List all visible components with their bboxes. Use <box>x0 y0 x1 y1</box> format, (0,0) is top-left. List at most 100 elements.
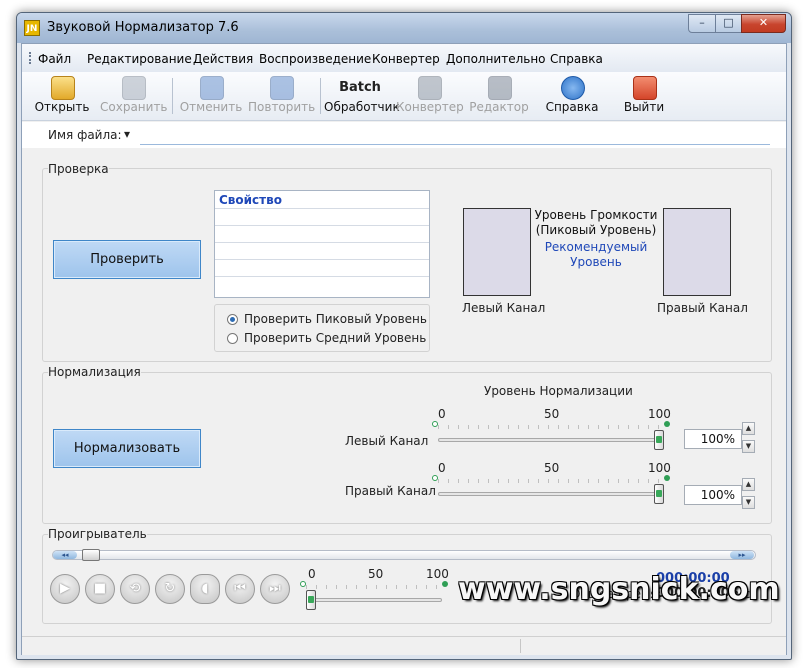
left-scale-100: 100 <box>648 407 671 421</box>
menu-extra[interactable]: Дополнительно <box>446 52 546 66</box>
right-spin-down[interactable]: ▼ <box>742 496 755 509</box>
editor-label: Редактор <box>469 100 529 114</box>
table-row <box>215 259 429 277</box>
watermark-text: www.sngsnick.com <box>458 572 780 607</box>
open-button[interactable]: Открыть <box>34 74 90 118</box>
seek-bar[interactable] <box>52 550 756 560</box>
help-icon <box>561 76 585 100</box>
rewind-button[interactable]: ⟲ <box>120 574 150 604</box>
volume-scale-50: 50 <box>368 567 384 581</box>
status-divider <box>520 639 521 653</box>
file-name-label: Имя файла: <box>48 128 122 142</box>
seek-thumb[interactable] <box>82 549 100 561</box>
left-scale-0: 0 <box>438 407 446 421</box>
right-channel-slider-label: Правый Канал <box>345 484 436 498</box>
speaker-button[interactable]: ◖ <box>190 574 220 604</box>
maximize-button[interactable]: □ <box>715 14 742 33</box>
save-button[interactable]: Сохранить <box>100 74 168 118</box>
right-channel-label: Правый Канал <box>657 301 748 315</box>
seek-rewind-icon[interactable]: ◂◂ <box>53 551 77 559</box>
stop-button[interactable]: ■ <box>85 574 115 604</box>
recommended-level-line1: Рекомендуемый <box>544 240 648 254</box>
save-icon <box>122 76 146 100</box>
menu-playback[interactable]: Воспроизведение <box>259 52 371 66</box>
undo-icon <box>200 76 224 100</box>
volume-ticks <box>306 585 440 589</box>
right-channel-slider-thumb[interactable] <box>654 484 664 504</box>
editor-icon <box>488 76 512 100</box>
file-dropdown-icon[interactable]: ▾ <box>124 127 130 141</box>
volume-scale-0: 0 <box>308 567 316 581</box>
volume-track[interactable] <box>308 598 442 602</box>
left-channel-slider-thumb[interactable] <box>654 430 664 450</box>
volume-level-title-line1: Уровень Громкости <box>534 208 658 222</box>
seek-forward-icon[interactable]: ▸▸ <box>730 551 754 559</box>
toolbar: Открыть Сохранить Отменить Повторить Bat… <box>22 72 786 121</box>
converter-button[interactable]: Конвертер <box>396 74 464 118</box>
left-spin-up[interactable]: ▲ <box>742 422 755 435</box>
menu-file[interactable]: Файл <box>38 52 71 66</box>
average-level-radio[interactable] <box>227 333 238 344</box>
right-max-marker <box>664 475 670 481</box>
minimize-button[interactable]: – <box>688 14 716 33</box>
editor-button[interactable]: Редактор <box>468 74 530 118</box>
right-channel-track[interactable] <box>438 492 664 496</box>
peak-level-label[interactable]: Проверить Пиковый Уровень <box>244 312 427 326</box>
file-name-input[interactable] <box>140 126 770 145</box>
exit-label: Выйти <box>623 100 665 114</box>
left-spin-down[interactable]: ▼ <box>742 440 755 453</box>
menu-help[interactable]: Справка <box>550 52 603 66</box>
right-channel-value[interactable]: 100% <box>684 485 742 505</box>
app-window: JN Звуковой Нормализатор 7.6 – □ ✕ Файл … <box>16 12 792 660</box>
menu-converter[interactable]: Конвертер <box>372 52 440 66</box>
title-bar[interactable]: JN Звуковой Нормализатор 7.6 – □ ✕ <box>17 13 791 43</box>
save-label: Сохранить <box>100 100 168 114</box>
table-row <box>215 242 429 260</box>
previous-button[interactable]: ⏮ <box>225 574 255 604</box>
left-channel-slider-label: Левый Канал <box>345 434 429 448</box>
right-scale-50: 50 <box>544 461 560 475</box>
table-row <box>215 225 429 243</box>
toolbar-separator <box>172 78 173 114</box>
recommended-level-line2: Уровень <box>570 255 622 269</box>
right-spin-up[interactable]: ▲ <box>742 478 755 491</box>
batch-button[interactable]: Batch Обработчик <box>324 74 400 118</box>
normalization-level-title: Уровень Нормализации <box>484 384 633 398</box>
volume-slider-thumb[interactable] <box>306 590 316 610</box>
power-icon <box>633 76 657 100</box>
menu-grip <box>29 52 34 64</box>
converter-icon <box>418 76 442 100</box>
folder-open-icon <box>51 76 75 100</box>
check-button[interactable]: Проверить <box>53 240 201 279</box>
undo-button[interactable]: Отменить <box>178 74 244 118</box>
help-button[interactable]: Справка <box>544 74 600 118</box>
right-slider-ticks <box>438 479 662 483</box>
repeat-button[interactable]: ↻ <box>155 574 185 604</box>
redo-button[interactable]: Повторить <box>248 74 315 118</box>
volume-max-marker <box>442 581 448 587</box>
left-scale-50: 50 <box>544 407 560 421</box>
close-button[interactable]: ✕ <box>741 14 786 33</box>
menu-actions[interactable]: Действия <box>193 52 253 66</box>
left-max-marker <box>664 421 670 427</box>
help-label: Справка <box>545 100 599 114</box>
next-button[interactable]: ⏭ <box>260 574 290 604</box>
table-row <box>215 208 429 226</box>
menu-edit[interactable]: Редактирование <box>87 52 192 66</box>
check-group-title: Проверка <box>48 162 109 176</box>
volume-scale-100: 100 <box>426 567 449 581</box>
property-table[interactable]: Свойство <box>214 190 430 298</box>
redo-icon <box>270 76 294 100</box>
batch-label: Обработчик <box>324 100 400 114</box>
exit-button[interactable]: Выйти <box>616 74 672 118</box>
file-row: Имя файла: ▾ <box>22 122 786 148</box>
left-channel-label: Левый Канал <box>462 301 546 315</box>
normalize-button[interactable]: Нормализовать <box>53 429 201 468</box>
play-button[interactable]: ▶ <box>50 574 80 604</box>
left-channel-value[interactable]: 100% <box>684 429 742 449</box>
toolbar-separator <box>320 78 321 114</box>
client-area: Файл Редактирование Действия Воспроизвед… <box>21 43 787 655</box>
average-level-label[interactable]: Проверить Средний Уровень <box>244 331 426 345</box>
left-channel-track[interactable] <box>438 438 664 442</box>
peak-level-radio[interactable] <box>227 314 238 325</box>
